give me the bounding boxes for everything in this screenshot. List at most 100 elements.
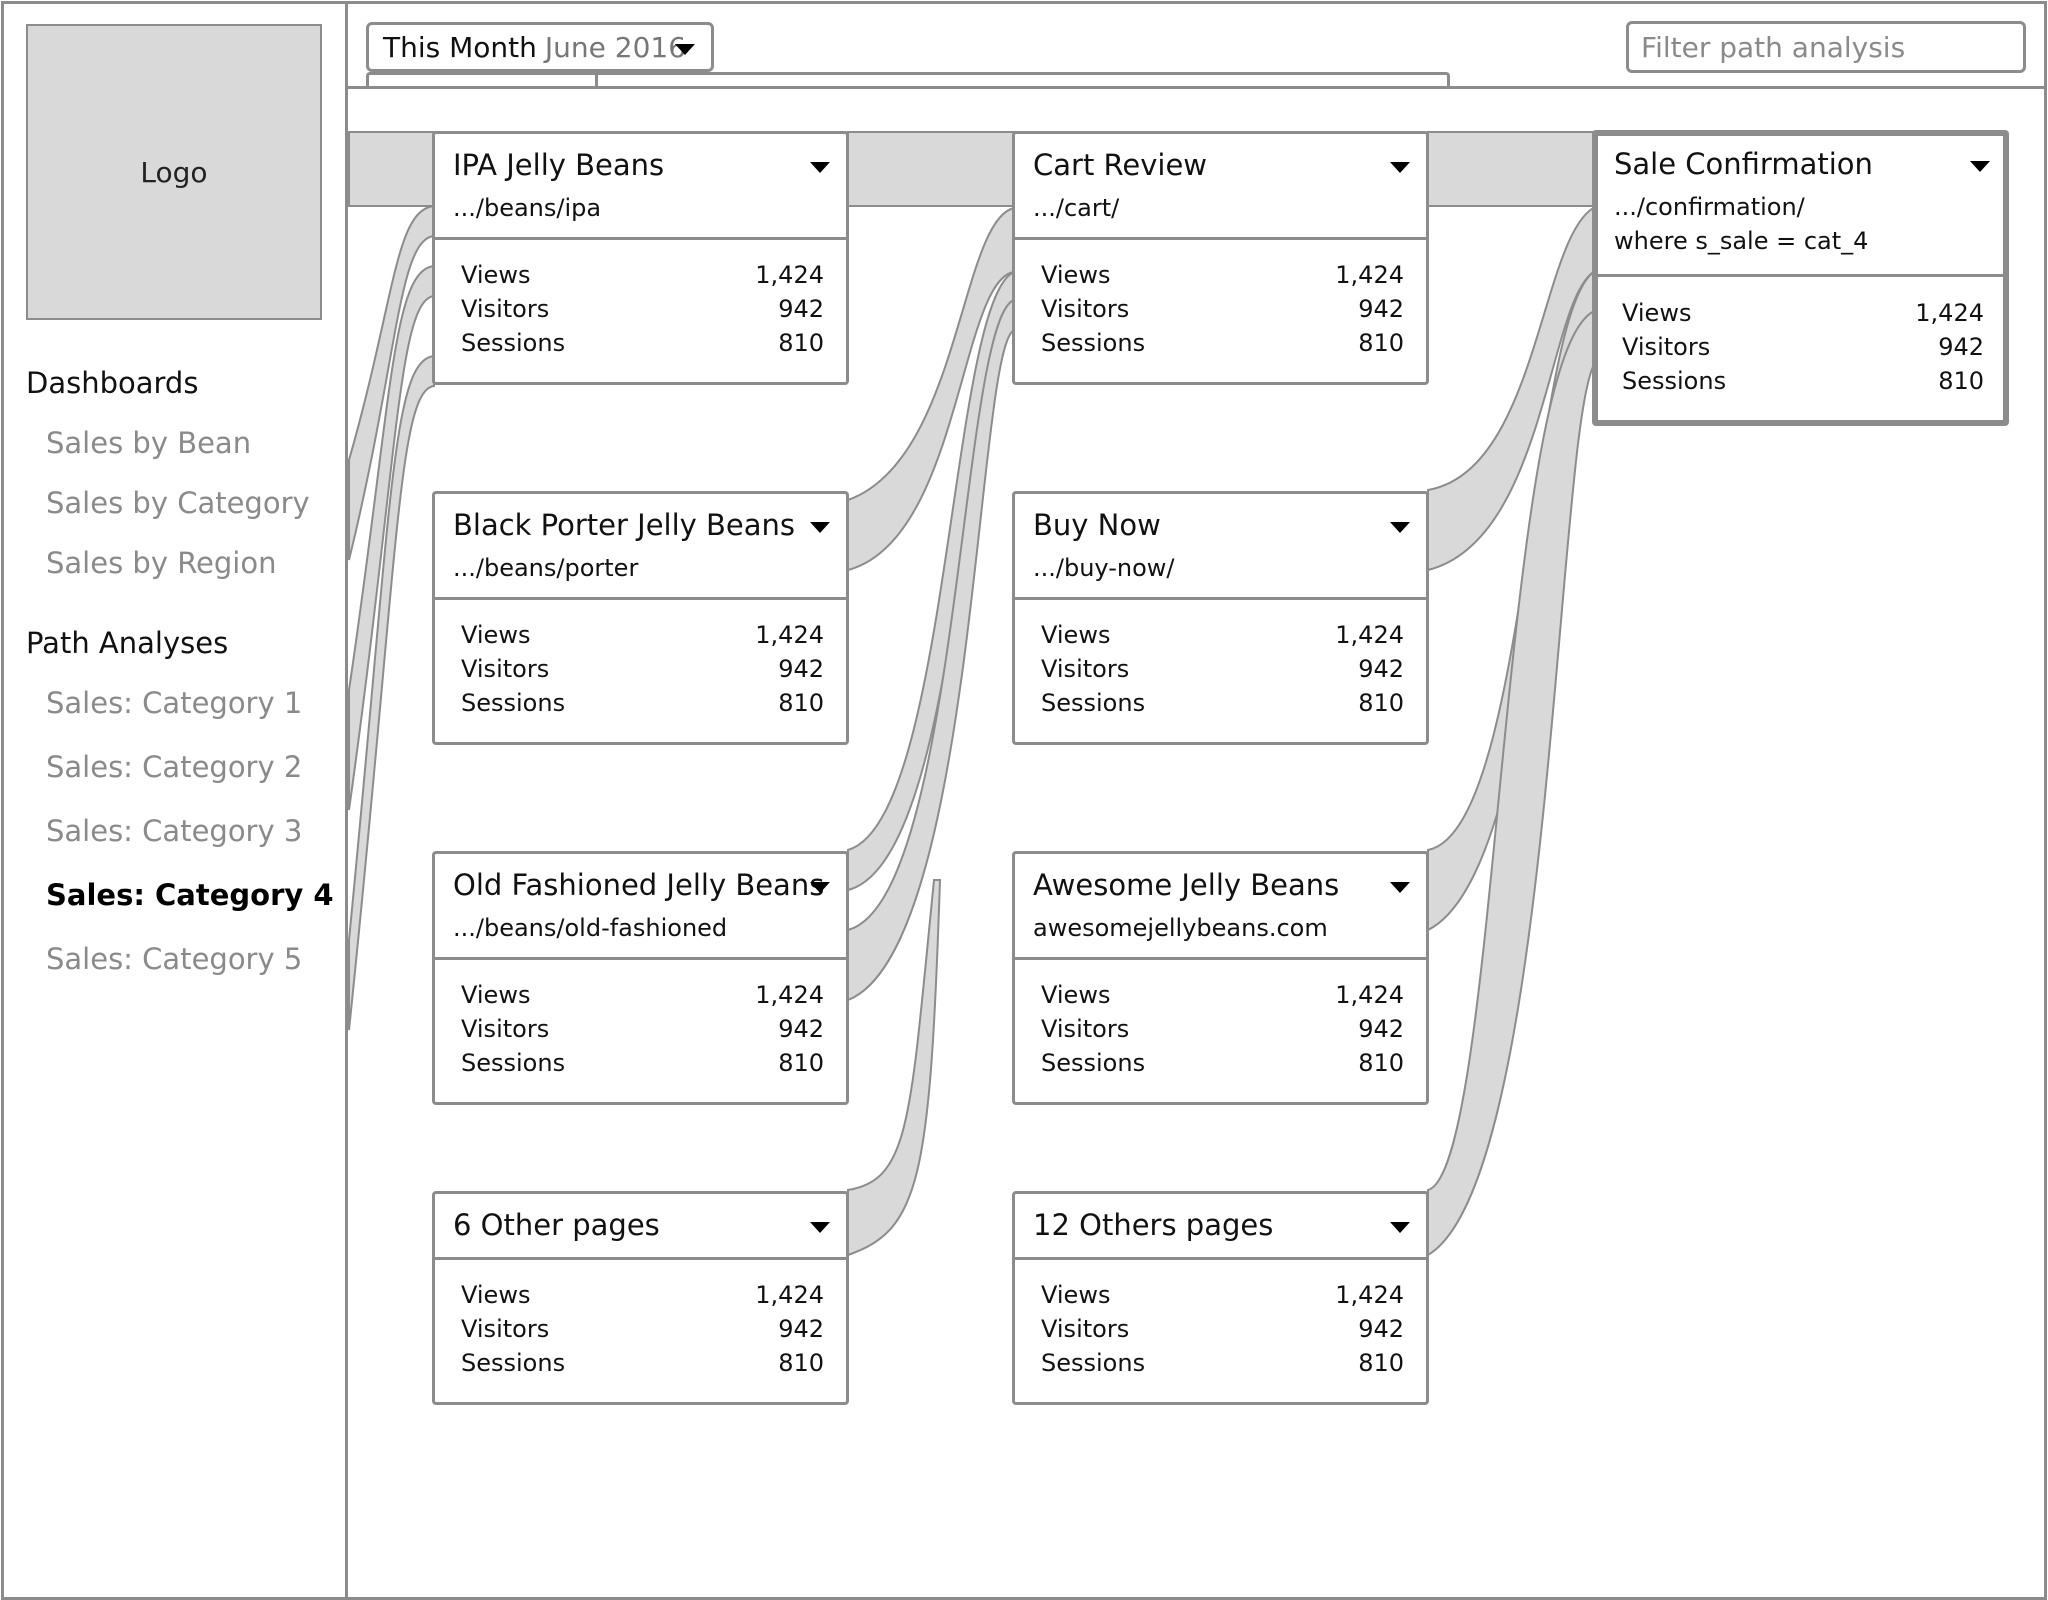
sidebar-divider <box>345 2 348 1598</box>
metric-value: 942 <box>1358 1015 1404 1043</box>
node-url: .../confirmation/ <box>1614 193 1805 221</box>
metric-label: Views <box>461 981 531 1009</box>
nav-item-sales-category-4[interactable]: Sales: Category 4 <box>46 878 334 912</box>
node-menu-chevron-icon[interactable] <box>810 162 830 173</box>
nav-item-sales-by-region[interactable]: Sales by Region <box>46 546 276 580</box>
metric-value: 942 <box>778 1315 824 1343</box>
metric-value: 942 <box>1938 333 1984 361</box>
node-url: .../cart/ <box>1033 194 1120 222</box>
metric-row-sessions: Sessions 810 <box>1041 1046 1404 1080</box>
metric-label: Views <box>1622 299 1692 327</box>
node-menu-chevron-icon[interactable] <box>1390 162 1410 173</box>
path-node-12-others-pages[interactable]: 12 Others pages Views 1,424 Visitors 942 S… <box>1012 1191 1429 1405</box>
node-title: Awesome Jelly Beans <box>1033 868 1340 902</box>
metric-label: Sessions <box>1041 1349 1146 1377</box>
node-title: Sale Confirmation <box>1614 147 1873 181</box>
node-title: Black Porter Jelly Beans <box>453 508 796 542</box>
filter-path-analysis-input[interactable] <box>1626 21 2026 73</box>
metric-value: 942 <box>778 655 824 683</box>
metric-label: Views <box>1041 261 1111 289</box>
metric-label: Sessions <box>1622 367 1727 395</box>
node-menu-chevron-icon[interactable] <box>1390 1222 1410 1233</box>
metric-label: Sessions <box>461 329 566 357</box>
logo: Logo <box>26 24 322 320</box>
node-menu-chevron-icon[interactable] <box>1390 522 1410 533</box>
metric-row-sessions: Sessions 810 <box>461 1046 824 1080</box>
metric-label: Sessions <box>461 689 566 717</box>
metric-row-visitors: Visitors 942 <box>461 1312 824 1346</box>
metric-row-visitors: Visitors 942 <box>461 292 824 326</box>
metric-row-visitors: Visitors 942 <box>1041 652 1404 686</box>
path-node-6-other-pages[interactable]: 6 Other pages Views 1,424 Visitors 942 Ses… <box>432 1191 849 1405</box>
date-range-label: This Month <box>383 30 537 64</box>
metric-value: 942 <box>778 295 824 323</box>
metric-label: Views <box>461 1281 531 1309</box>
nav-item-sales-category-3[interactable]: Sales: Category 3 <box>46 814 302 848</box>
node-metrics: Views 1,424 Visitors 942 Sessions 810 <box>1041 618 1404 720</box>
metric-label: Visitors <box>1622 333 1711 361</box>
nav-item-sales-category-2[interactable]: Sales: Category 2 <box>46 750 302 784</box>
metric-row-visitors: Visitors 942 <box>1041 292 1404 326</box>
nav-item-sales-by-category[interactable]: Sales by Category <box>46 486 310 520</box>
metric-value: 810 <box>1358 329 1404 357</box>
node-url: .../beans/old-fashioned <box>453 914 728 942</box>
metric-label: Visitors <box>461 1015 550 1043</box>
metric-value: 810 <box>1358 1349 1404 1377</box>
node-metrics: Views 1,424 Visitors 942 Sessions 810 <box>461 618 824 720</box>
path-node-sale-confirmation[interactable]: Sale Confirmation .../confirmation/ wher… <box>1592 130 2009 426</box>
node-menu-chevron-icon[interactable] <box>810 522 830 533</box>
metric-value: 810 <box>1938 367 1984 395</box>
metric-label: Views <box>1041 981 1111 1009</box>
metric-value: 810 <box>778 329 824 357</box>
node-menu-chevron-icon[interactable] <box>810 882 830 893</box>
metric-value: 942 <box>1358 655 1404 683</box>
nav-item-sales-category-5[interactable]: Sales: Category 5 <box>46 942 302 976</box>
path-node-black-porter-jelly-beans[interactable]: Black Porter Jelly Beans .../beans/porte… <box>432 491 849 745</box>
metric-row-views: Views 1,424 <box>1622 296 1984 330</box>
metric-row-views: Views 1,424 <box>461 258 824 292</box>
metric-label: Sessions <box>1041 689 1146 717</box>
nav-item-sales-by-bean[interactable]: Sales by Bean <box>46 426 251 460</box>
metric-row-views: Views 1,424 <box>461 1278 824 1312</box>
path-node-buy-now[interactable]: Buy Now .../buy-now/ Views 1,424 Visitors… <box>1012 491 1429 745</box>
date-range-value: June 2016 <box>544 30 687 64</box>
metric-value: 1,424 <box>755 981 824 1009</box>
node-menu-chevron-icon[interactable] <box>1390 882 1410 893</box>
metric-label: Views <box>1041 621 1111 649</box>
path-node-old-fashioned-jelly-beans[interactable]: Old Fashioned Jelly Beans .../beans/old-… <box>432 851 849 1105</box>
node-url: awesomejellybeans.com <box>1033 914 1328 942</box>
node-title: IPA Jelly Beans <box>453 148 665 182</box>
metric-label: Visitors <box>461 655 550 683</box>
metric-value: 1,424 <box>755 1281 824 1309</box>
metric-value: 942 <box>778 1015 824 1043</box>
node-metrics: Views 1,424 Visitors 942 Sessions 810 <box>461 258 824 360</box>
metric-label: Views <box>461 261 531 289</box>
node-title: 6 Other pages <box>453 1208 660 1242</box>
path-node-cart-review[interactable]: Cart Review .../cart/ Views 1,424 Visitor… <box>1012 131 1429 385</box>
metric-row-views: Views 1,424 <box>1041 258 1404 292</box>
metric-row-visitors: Visitors 942 <box>461 652 824 686</box>
metric-value: 1,424 <box>1335 621 1404 649</box>
metric-row-views: Views 1,424 <box>1041 978 1404 1012</box>
metric-row-sessions: Sessions 810 <box>461 1346 824 1380</box>
node-menu-chevron-icon[interactable] <box>1970 161 1990 172</box>
metric-value: 1,424 <box>1915 299 1984 327</box>
metric-row-visitors: Visitors 942 <box>1041 1012 1404 1046</box>
metric-label: Visitors <box>1041 655 1130 683</box>
metric-value: 1,424 <box>755 261 824 289</box>
node-title: Old Fashioned Jelly Beans <box>453 868 825 902</box>
nav-item-sales-category-1[interactable]: Sales: Category 1 <box>46 686 302 720</box>
tab-strip <box>366 72 1450 88</box>
metric-row-visitors: Visitors 942 <box>461 1012 824 1046</box>
metric-label: Sessions <box>1041 329 1146 357</box>
node-menu-chevron-icon[interactable] <box>810 1222 830 1233</box>
path-node-awesome-jelly-beans[interactable]: Awesome Jelly Beans awesomejellybeans.co… <box>1012 851 1429 1105</box>
dashboards-heading: Dashboards <box>26 366 199 400</box>
date-range-dropdown[interactable]: This Month June 2016 <box>366 22 714 72</box>
node-metrics: Views 1,424 Visitors 942 Sessions 810 <box>1041 978 1404 1080</box>
metric-row-visitors: Visitors 942 <box>1622 330 1984 364</box>
metric-label: Visitors <box>461 1315 550 1343</box>
node-title: 12 Others pages <box>1033 1208 1274 1242</box>
path-node-ipa-jelly-beans[interactable]: IPA Jelly Beans .../beans/ipa Views 1,424… <box>432 131 849 385</box>
node-metrics: Views 1,424 Visitors 942 Sessions 810 <box>461 978 824 1080</box>
